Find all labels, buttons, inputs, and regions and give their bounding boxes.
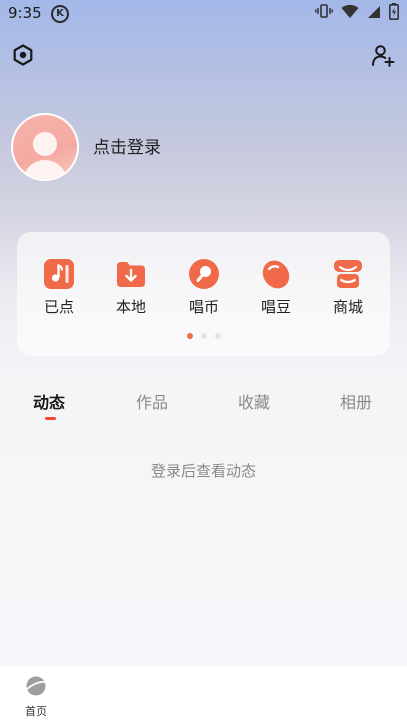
pager-dot-active xyxy=(186,333,193,339)
empty-state-text: 登录后查看动态 xyxy=(150,462,256,480)
nav-home[interactable]: 首页 xyxy=(22,675,50,719)
quick-action-label: 已点 xyxy=(43,298,74,316)
quick-actions-card: 已点 本地 唱币 唱豆 商城 xyxy=(17,232,390,356)
default-avatar-icon xyxy=(13,115,77,179)
quick-action-label: 唱币 xyxy=(188,298,219,316)
quick-action-played[interactable]: 已点 xyxy=(31,258,87,317)
shop-icon xyxy=(332,258,364,290)
quick-action-label: 商城 xyxy=(332,298,363,316)
login-link[interactable]: 点击登录 xyxy=(93,133,161,158)
vibrate-icon xyxy=(315,3,333,23)
quick-action-local[interactable]: 本地 xyxy=(103,258,159,317)
active-tab-indicator xyxy=(45,417,56,420)
add-friend-button[interactable] xyxy=(370,43,396,69)
planet-icon xyxy=(25,676,47,696)
quick-action-label: 本地 xyxy=(115,298,146,316)
nav-home-label: 首页 xyxy=(25,705,47,718)
profile-screen: 9:35 K 点击登录 已点 本地 唱币 唱豆 商城 动态 作品 收藏 相册 登… xyxy=(0,0,407,723)
signal-icon xyxy=(367,4,381,23)
wifi-icon xyxy=(341,4,359,23)
bottom-nav: 首页 xyxy=(0,666,407,723)
settings-hexagon-icon xyxy=(13,44,33,66)
tab-album[interactable]: 相册 xyxy=(340,389,372,413)
status-bar: 9:35 K xyxy=(0,0,407,28)
add-user-icon xyxy=(372,45,395,67)
quick-action-coins[interactable]: 唱币 xyxy=(176,258,232,317)
quick-action-label: 唱豆 xyxy=(260,298,291,316)
avatar[interactable] xyxy=(11,113,79,181)
download-folder-icon xyxy=(115,258,147,290)
quick-action-shop[interactable]: 商城 xyxy=(320,258,376,317)
tab-feed[interactable]: 动态 xyxy=(33,389,65,413)
pager-dot xyxy=(200,333,207,339)
settings-button[interactable] xyxy=(11,43,35,67)
pager-dot xyxy=(214,333,221,339)
status-icons xyxy=(315,2,399,24)
coin-icon xyxy=(188,258,220,290)
quick-action-beans[interactable]: 唱豆 xyxy=(248,258,304,317)
k-app-icon: K xyxy=(51,5,69,23)
tab-works[interactable]: 作品 xyxy=(136,389,168,413)
pager-dots xyxy=(17,333,390,339)
battery-icon xyxy=(389,2,399,24)
music-note-icon xyxy=(43,258,75,290)
bean-icon xyxy=(260,258,292,290)
status-time: 9:35 xyxy=(8,4,42,22)
tab-favorites[interactable]: 收藏 xyxy=(238,389,270,413)
